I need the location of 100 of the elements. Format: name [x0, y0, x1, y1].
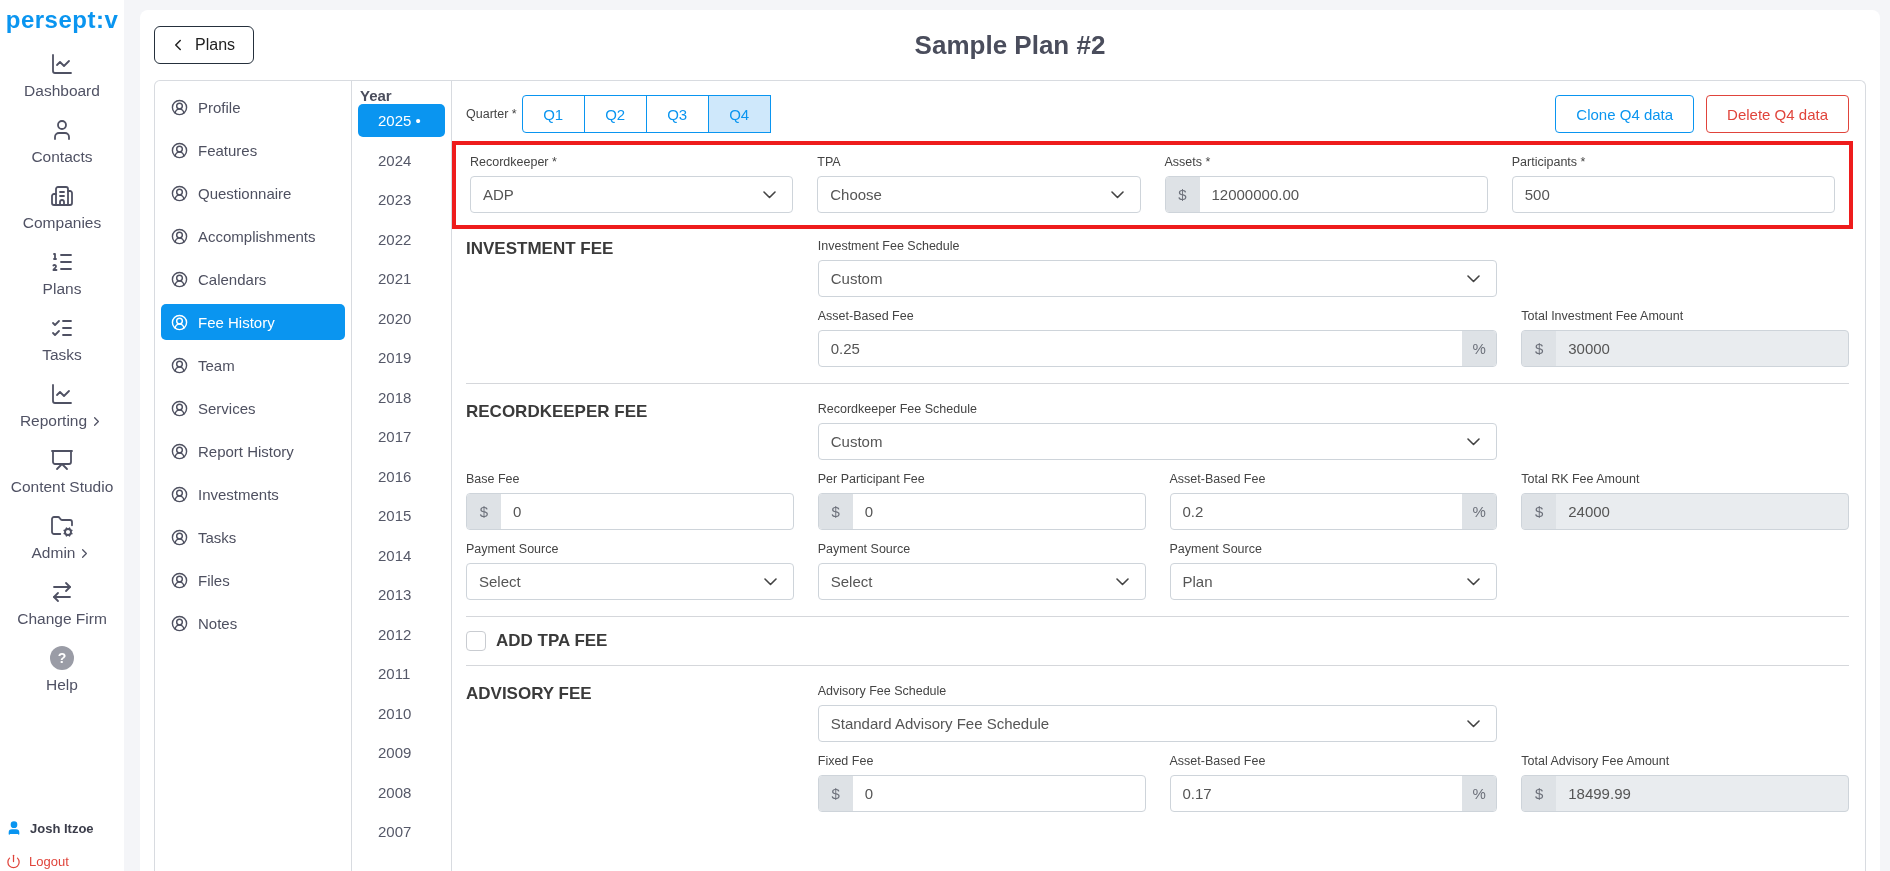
year-item[interactable]: 2015 [358, 499, 445, 532]
select-field[interactable]: ADP [470, 176, 794, 213]
select-field[interactable]: Plan [1169, 563, 1498, 600]
section-title: RECORDKEEPER FEE [466, 402, 649, 422]
year-item[interactable]: 2021 [358, 262, 445, 295]
menu-item[interactable]: Features [161, 132, 345, 168]
select-field[interactable]: Choose [817, 176, 1141, 213]
input-field[interactable]: $ 0 [817, 775, 1146, 812]
select-field[interactable]: Select [466, 563, 794, 600]
logout-link[interactable]: Logout [29, 854, 69, 869]
user-icon [6, 820, 22, 836]
prefix-addon: $ [1522, 494, 1557, 529]
nav-item[interactable]: Plans [42, 250, 82, 316]
chevron-down-icon [1467, 577, 1481, 586]
field-label: Asset-Based Fee [1169, 754, 1267, 768]
chevron-down-icon [1467, 437, 1481, 446]
chevron-down-icon [763, 577, 777, 586]
nav-item[interactable]: Contacts [31, 118, 93, 184]
nav-item[interactable]: Change Firm [17, 580, 107, 646]
chart-icon [50, 52, 74, 76]
select-field[interactable]: Custom [817, 423, 1498, 460]
nav-item[interactable]: ? Help [46, 646, 78, 712]
field-label: Recordkeeper Fee Schedule [817, 402, 978, 416]
user-circle-icon [171, 571, 188, 589]
delete-button[interactable]: Delete Q4 data [1706, 95, 1849, 133]
year-item[interactable]: 2016 [358, 459, 445, 493]
numbered-list-icon [50, 250, 74, 274]
field-label: Per Participant Fee [817, 472, 926, 486]
menu-item[interactable]: Accomplishments [161, 218, 345, 254]
nav-item[interactable]: Companies [22, 184, 102, 250]
field-label: Total Advisory Fee Amount [1521, 754, 1671, 768]
chevron-down-icon [1115, 577, 1129, 586]
year-item[interactable]: 2011 [358, 657, 445, 690]
nav-item[interactable]: Content Studio [10, 448, 114, 514]
suffix-addon: % [1462, 331, 1497, 366]
year-item[interactable]: 2018 [358, 380, 445, 414]
menu-item[interactable]: Report History [161, 433, 345, 469]
year-item[interactable]: 2019 [358, 341, 445, 374]
field-label: Total Investment Fee Amount [1521, 309, 1685, 323]
nav-item[interactable]: Reporting [19, 382, 105, 448]
suffix-addon: % [1462, 776, 1497, 811]
year-item[interactable]: 2020 [358, 301, 445, 335]
menu-item[interactable]: Questionnaire [161, 175, 345, 211]
input-field[interactable]: $ 0 [817, 493, 1146, 530]
input-field[interactable]: 500 [1511, 176, 1835, 213]
chevron-down-icon [1467, 274, 1481, 283]
year-item[interactable]: 2017 [358, 420, 445, 453]
nav-item[interactable]: Dashboard [24, 52, 100, 118]
checkbox-label: ADD TPA FEE [496, 631, 608, 651]
input-field[interactable]: 0.25 % [817, 330, 1498, 367]
year-item[interactable]: 2009 [358, 736, 445, 769]
select-field[interactable]: Standard Advisory Fee Schedule [817, 705, 1498, 742]
menu-item[interactable]: Files [161, 562, 345, 598]
input-field[interactable]: $ 0 [466, 493, 794, 530]
menu-item[interactable]: Team [161, 347, 345, 383]
chevron-down-icon [763, 190, 777, 199]
field-label: Recordkeeper * [470, 155, 558, 169]
year-item[interactable]: 2008 [358, 775, 445, 809]
year-item[interactable]: 2022 [358, 222, 445, 256]
prefix-addon: $ [818, 776, 853, 811]
user-circle-icon [171, 442, 188, 460]
folder-gear-icon [50, 514, 74, 538]
input-field[interactable]: 0.2 % [1169, 493, 1498, 530]
nav-item[interactable]: Tasks [42, 316, 82, 382]
menu-item[interactable]: Calendars [161, 261, 345, 297]
user-circle-icon [171, 184, 188, 202]
year-item[interactable]: 2013 [358, 578, 445, 611]
input-field[interactable]: $ 12000000.00 [1164, 176, 1488, 213]
year-item[interactable]: 2014 [358, 538, 445, 572]
user-circle-icon [171, 614, 188, 632]
user-circle-icon [171, 270, 188, 288]
readonly-field: $ 30000 [1521, 330, 1849, 367]
select-field[interactable]: Custom [817, 260, 1498, 297]
menu-item[interactable]: Tasks [161, 519, 345, 555]
field-label: Participants * [1511, 155, 1587, 169]
nav-item[interactable]: Admin [31, 514, 93, 580]
user-circle-icon [171, 399, 188, 417]
year-item[interactable]: 2007 [358, 815, 445, 848]
menu-item[interactable]: Notes [161, 605, 345, 641]
field-label: Asset-Based Fee [1169, 472, 1267, 486]
user-circle-icon [171, 141, 188, 159]
user-name: Josh Itzoe [30, 820, 94, 836]
year-item[interactable]: 2023 [358, 183, 445, 216]
menu-item[interactable]: Services [161, 390, 345, 426]
readonly-field: $ 18499.99 [1521, 775, 1849, 812]
year-item[interactable]: 2024 [358, 143, 445, 177]
input-field[interactable]: 0.17 % [1169, 775, 1498, 812]
year-item[interactable]: 2010 [358, 696, 445, 730]
checkbox[interactable] [466, 631, 486, 651]
menu-item[interactable]: Investments [161, 476, 345, 512]
year-item[interactable]: 2012 [358, 617, 445, 651]
chevron-down-icon [1110, 190, 1124, 199]
menu-item[interactable]: Profile [161, 89, 345, 125]
user-circle-icon [171, 485, 188, 503]
building-icon [50, 184, 74, 208]
prefix-addon: $ [1522, 331, 1557, 366]
section-title: ADVISORY FEE [466, 684, 593, 704]
field-label: TPA [817, 155, 842, 169]
back-button[interactable]: Plans [154, 26, 255, 64]
select-field[interactable]: Select [817, 563, 1146, 600]
